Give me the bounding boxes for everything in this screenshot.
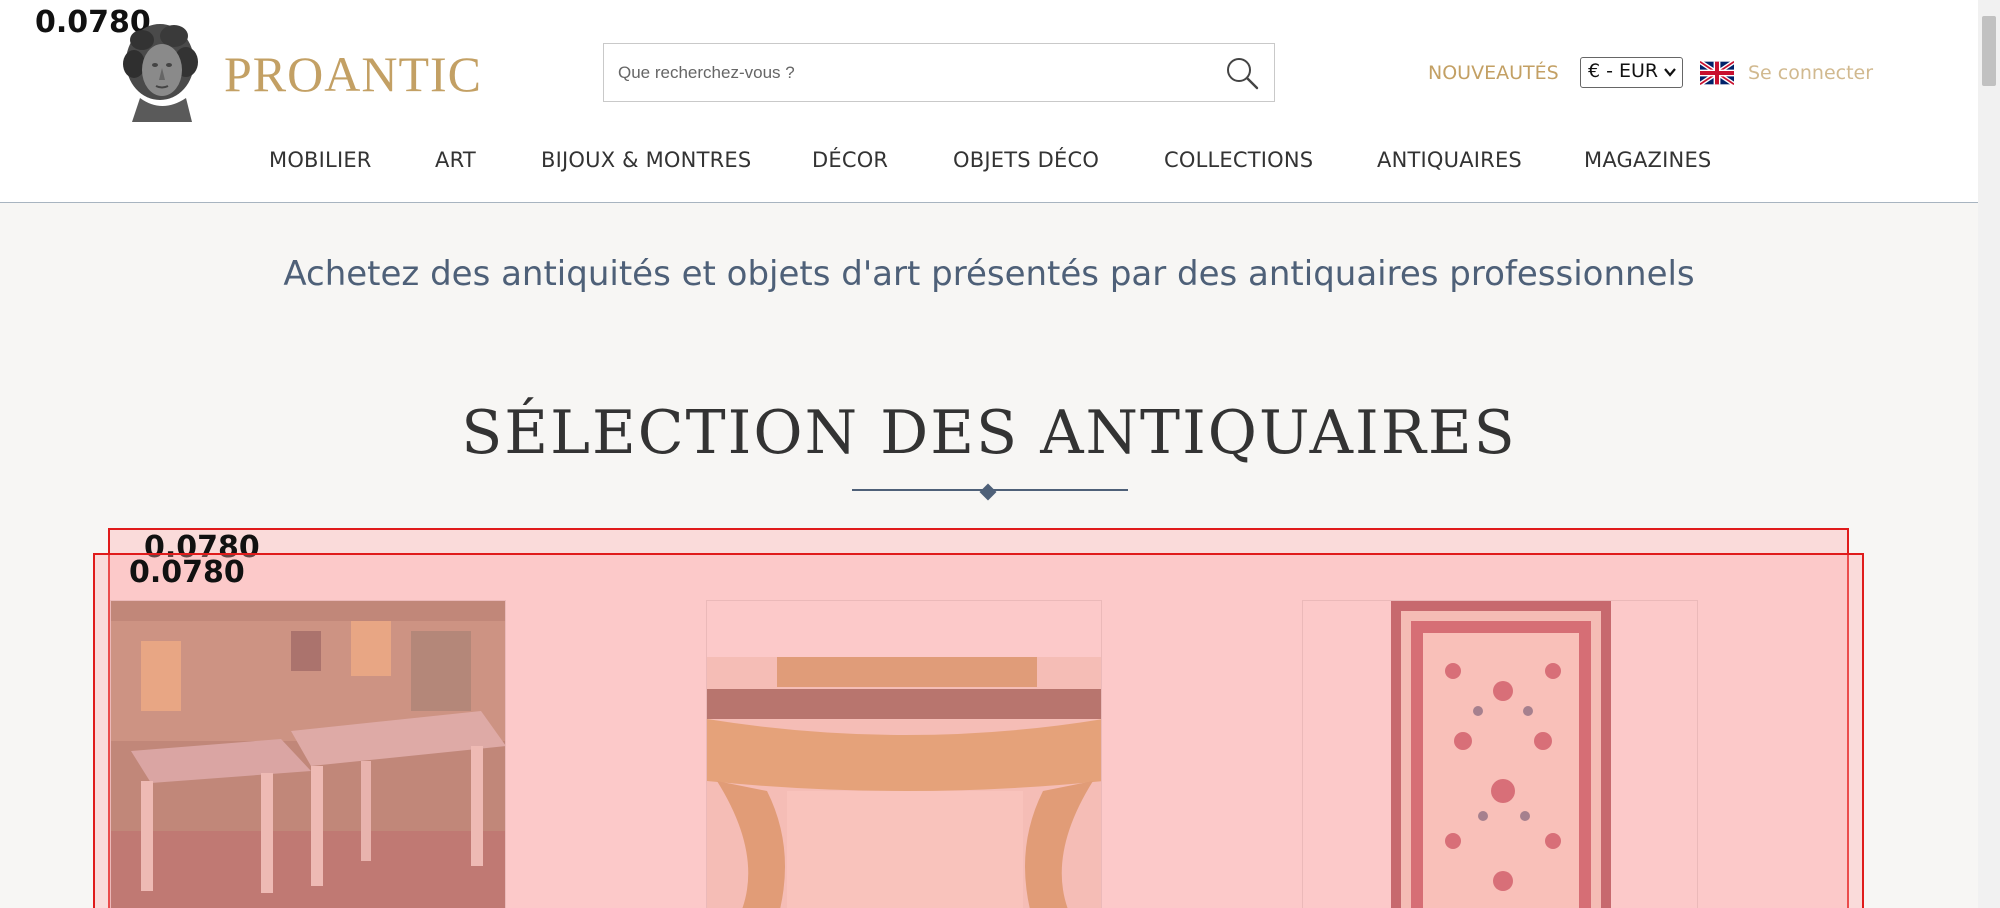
nav-item-objets-deco[interactable]: OBJETS DÉCO: [953, 148, 1099, 172]
page-tagline: Achetez des antiquités et objets d'art p…: [283, 254, 1695, 294]
login-link[interactable]: Se connecter: [1748, 60, 1873, 86]
scrollbar-thumb[interactable]: [1982, 16, 1996, 86]
uk-flag-icon[interactable]: [1700, 60, 1734, 86]
nav-item-collections[interactable]: COLLECTIONS: [1164, 148, 1313, 172]
debug-score-label: 0.0780: [129, 555, 245, 590]
nav-item-magazines[interactable]: MAGAZINES: [1584, 148, 1711, 172]
highlight-box-b: 0.0780: [93, 553, 1864, 908]
nav-item-mobilier[interactable]: MOBILIER: [269, 148, 372, 172]
nouveautes-link[interactable]: NOUVEAUTÉS: [1428, 60, 1559, 86]
currency-value: € - EUR: [1588, 60, 1659, 82]
page-scrollbar[interactable]: [1978, 0, 2000, 908]
search-icon[interactable]: [1224, 55, 1260, 91]
classical-bust-icon[interactable]: [112, 18, 210, 122]
site-header: 0.0780 PROANTIC NOUVEAUTÉS € - EUR: [0, 0, 1978, 203]
nav-item-art[interactable]: ART: [435, 148, 476, 172]
nav-item-decor[interactable]: DÉCOR: [812, 148, 888, 172]
search-input[interactable]: [616, 54, 1200, 92]
chevron-down-icon: [1664, 68, 1676, 77]
currency-select[interactable]: € - EUR: [1580, 57, 1683, 88]
section-title: SÉLECTION DES ANTIQUAIRES: [461, 398, 1517, 468]
main-nav: MOBILIER ART BIJOUX & MONTRES DÉCOR OBJE…: [0, 148, 1978, 178]
search-box[interactable]: [603, 43, 1275, 102]
nav-item-bijoux-montres[interactable]: BIJOUX & MONTRES: [541, 148, 751, 172]
brand-name[interactable]: PROANTIC: [224, 46, 482, 102]
nav-item-antiquaires[interactable]: ANTIQUAIRES: [1377, 148, 1522, 172]
title-divider-ornament: [979, 483, 997, 501]
page: 0.0780 PROANTIC NOUVEAUTÉS € - EUR: [0, 0, 1978, 908]
